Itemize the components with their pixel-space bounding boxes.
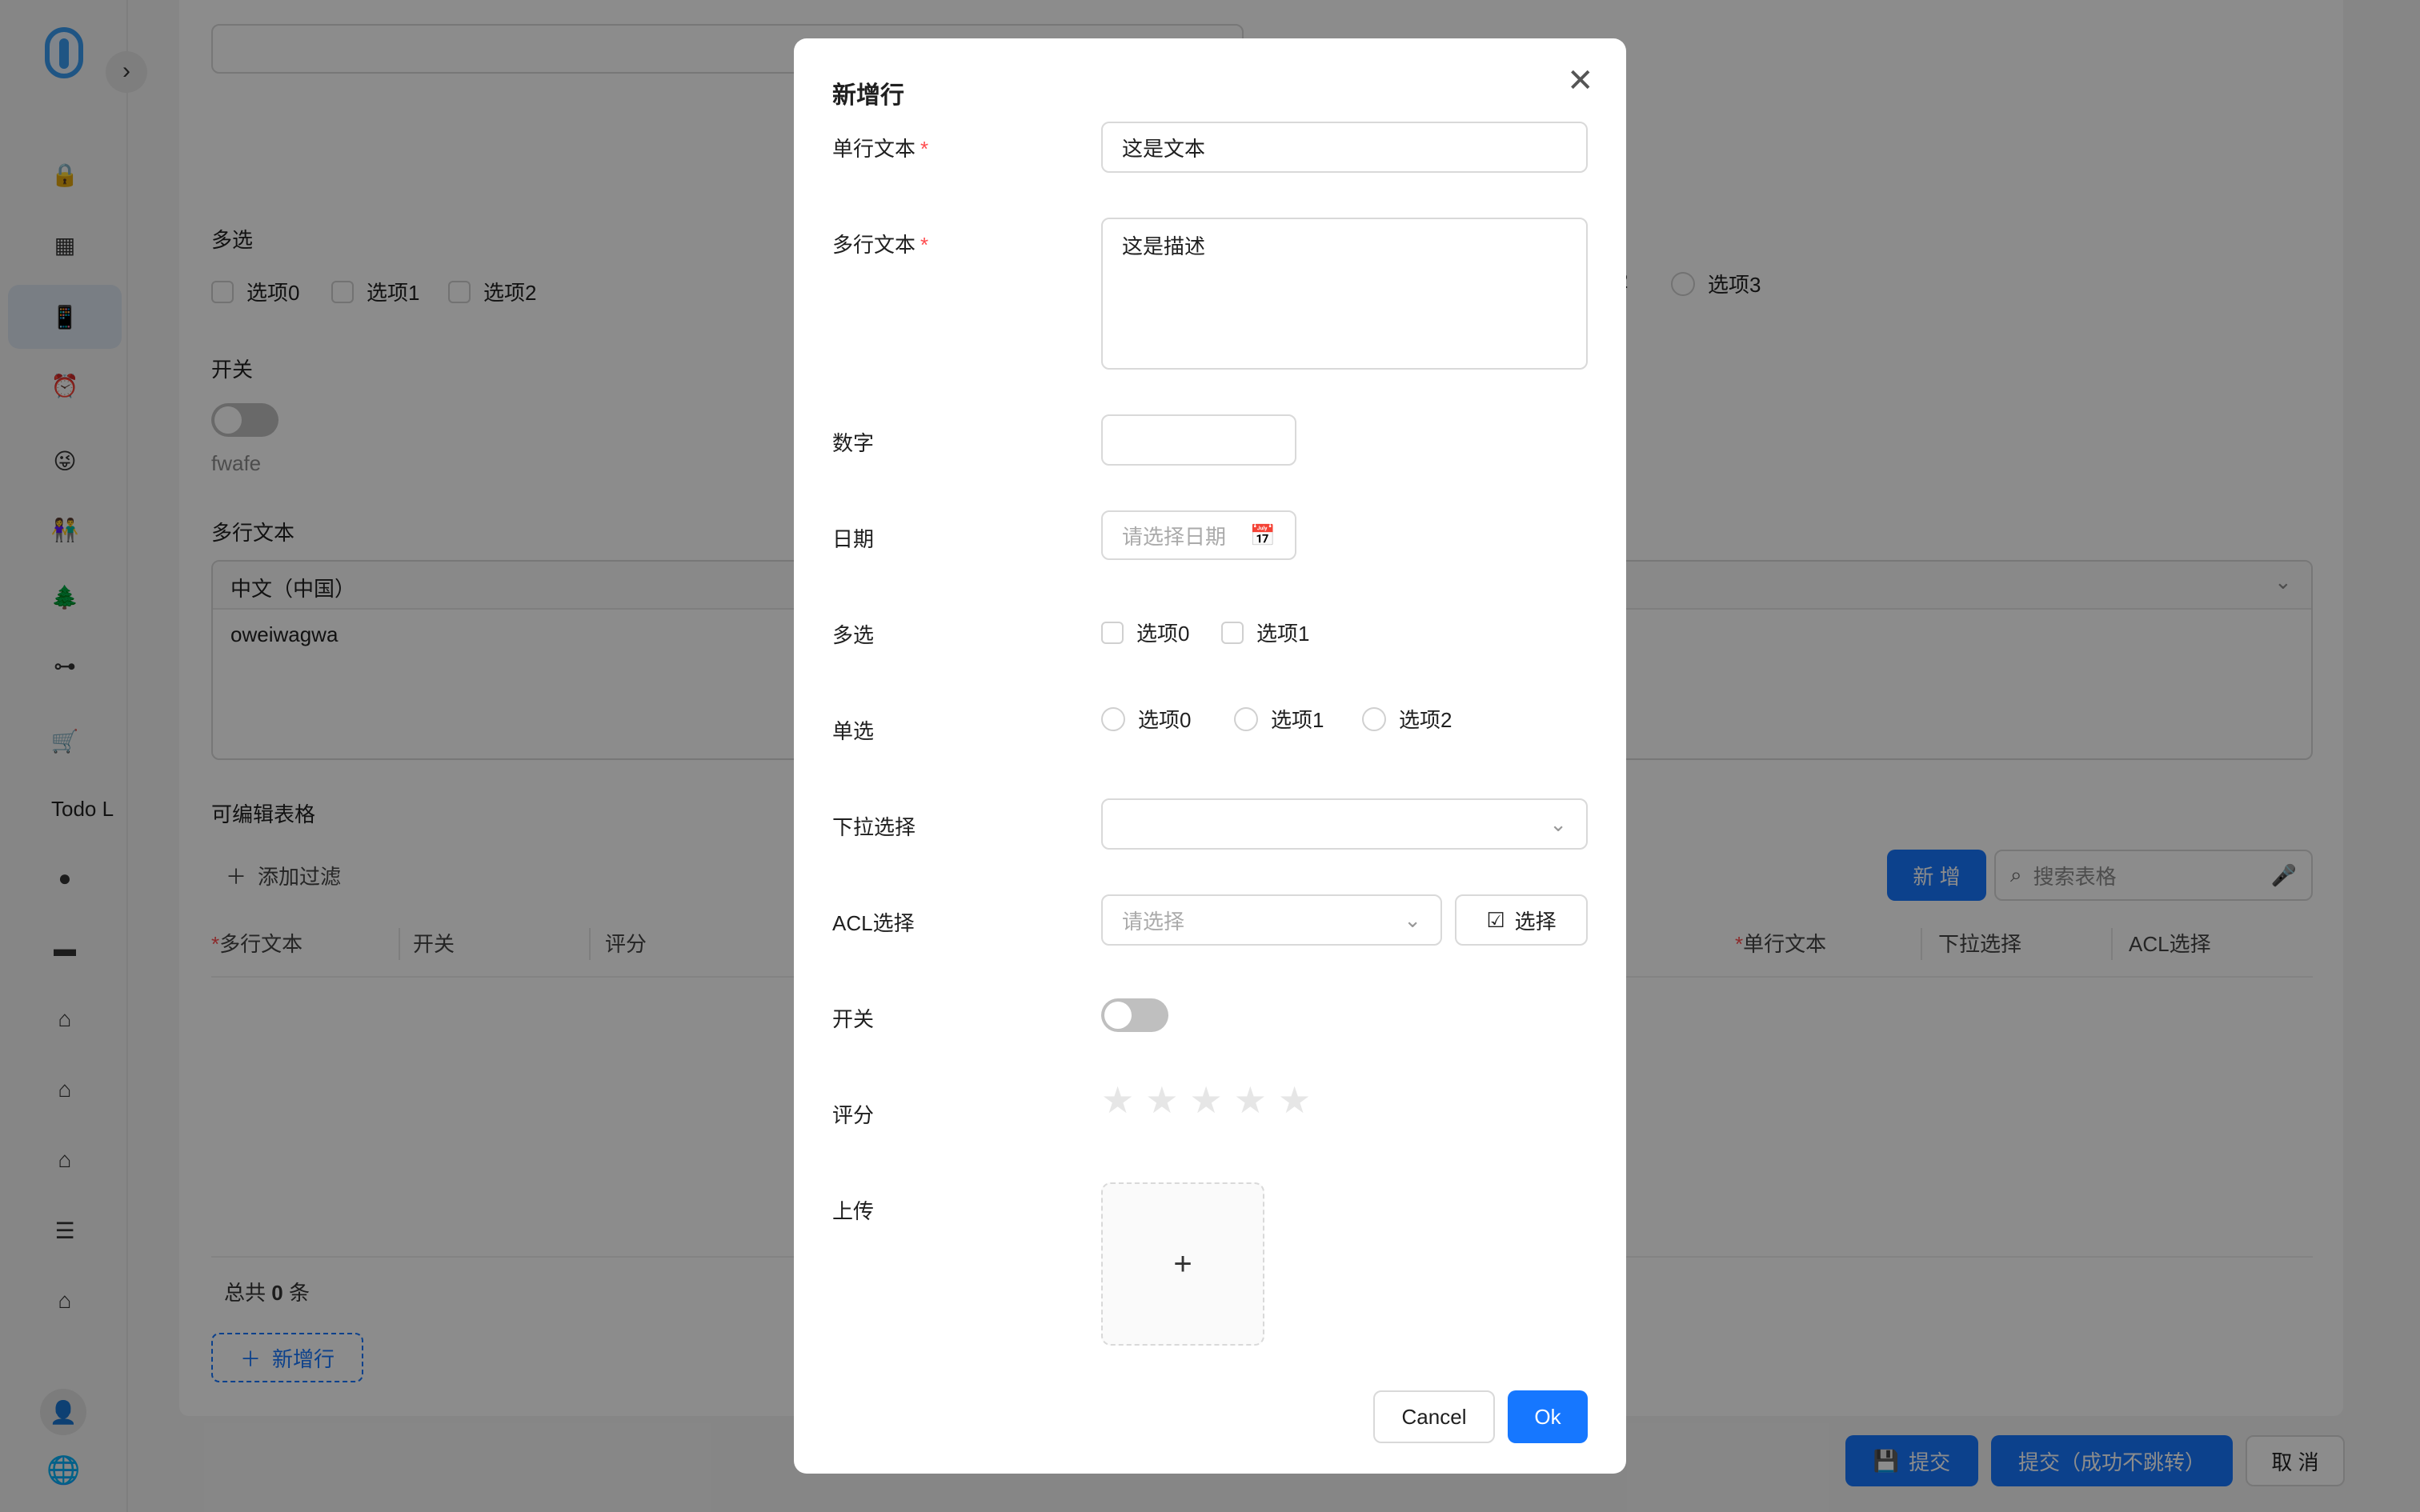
- checkbox-icon: ☑: [1486, 907, 1505, 932]
- close-icon[interactable]: ✕: [1567, 62, 1594, 99]
- field-label-checkbox: 多选: [832, 623, 875, 647]
- multi-text-textarea[interactable]: 这是描述: [1101, 218, 1588, 370]
- field-label-single-text: 单行文本 *: [832, 137, 929, 161]
- field-label-radio: 单选: [832, 719, 875, 743]
- modal-ok-button[interactable]: Ok: [1508, 1390, 1588, 1443]
- date-picker[interactable]: 请选择日期 📅: [1101, 510, 1296, 560]
- field-label-upload: 上传: [832, 1199, 875, 1223]
- dropdown-select[interactable]: ⌄: [1101, 798, 1588, 850]
- field-label-rating: 评分: [832, 1103, 875, 1127]
- field-label-date: 日期: [832, 527, 875, 551]
- modal-title: 新增行: [832, 82, 904, 109]
- checkbox-box[interactable]: [1101, 621, 1124, 644]
- rating-stars[interactable]: ★ ★ ★ ★ ★: [1101, 1078, 1311, 1122]
- field-label-multi-text: 多行文本 *: [832, 233, 929, 257]
- new-row-modal: 新增行 ✕ 单行文本 * 这是文本 多行文本 * 这是描述 数字 日期 请选择日期 📅…: [794, 38, 1626, 1474]
- field-label-number: 数字: [832, 431, 875, 455]
- field-label-acl: ACL选择: [832, 911, 915, 935]
- chevron-down-icon: ⌄: [1549, 811, 1567, 836]
- modal-radio-2[interactable]: 选项2: [1362, 704, 1452, 734]
- star-icon[interactable]: ★: [1234, 1078, 1267, 1122]
- chevron-down-icon: ⌄: [1404, 907, 1421, 932]
- calendar-icon: 📅: [1249, 522, 1276, 547]
- star-icon[interactable]: ★: [1190, 1078, 1223, 1122]
- modal-radio-1[interactable]: 选项1: [1234, 704, 1324, 734]
- acl-choose-button[interactable]: ☑ 选择: [1455, 894, 1588, 946]
- star-icon[interactable]: ★: [1101, 1078, 1134, 1122]
- acl-select[interactable]: 请选择 ⌄: [1101, 894, 1442, 946]
- modal-radio-0[interactable]: 选项0: [1101, 704, 1191, 734]
- modal-checkbox-0[interactable]: 选项0: [1101, 618, 1189, 647]
- field-label-dropdown: 下拉选择: [832, 815, 916, 839]
- number-input[interactable]: [1101, 414, 1296, 466]
- upload-dropzone[interactable]: +: [1101, 1182, 1264, 1346]
- modal-switch-toggle[interactable]: [1101, 998, 1168, 1032]
- star-icon[interactable]: ★: [1145, 1078, 1178, 1122]
- radio-circle[interactable]: [1101, 706, 1125, 731]
- checkbox-box[interactable]: [1221, 621, 1244, 644]
- star-icon[interactable]: ★: [1278, 1078, 1311, 1122]
- radio-circle[interactable]: [1234, 706, 1258, 731]
- modal-checkbox-1[interactable]: 选项1: [1221, 618, 1309, 647]
- plus-icon: +: [1173, 1246, 1192, 1282]
- radio-circle[interactable]: [1362, 706, 1386, 731]
- modal-cancel-button[interactable]: Cancel: [1373, 1390, 1495, 1443]
- field-label-switch: 开关: [832, 1007, 875, 1031]
- single-text-input[interactable]: 这是文本: [1101, 122, 1588, 173]
